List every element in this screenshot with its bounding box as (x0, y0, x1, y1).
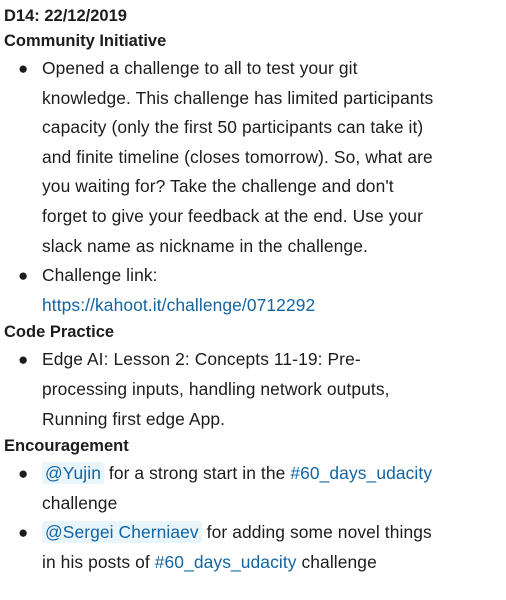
message-body: D14: 22/12/2019 Community Initiative ● O… (0, 0, 506, 600)
day-heading: D14: 22/12/2019 (4, 7, 127, 25)
text-line: slack name as nickname in the challenge. (42, 235, 368, 256)
list-item: ● Opened a challenge to all to test your… (4, 54, 500, 261)
section-title-encouragement: Encouragement (4, 437, 129, 456)
text-line: you waiting for? Take the challenge and … (42, 176, 394, 197)
channel-link[interactable]: #60_days_udacity (155, 552, 297, 572)
community-list: ● Opened a challenge to all to test your… (4, 54, 500, 320)
challenge-link[interactable]: https://kahoot.it/challenge/0712292 (42, 295, 315, 315)
text-line: and finite timeline (closes tomorrow). S… (42, 146, 433, 167)
bullet-icon: ● (18, 464, 29, 484)
code-practice-list: ● Edge AI: Lesson 2: Concepts 11-19: Pre… (4, 345, 500, 434)
text-line: Edge AI: Lesson 2: Concepts 11-19: Pre- (42, 349, 361, 370)
bullet-icon: ● (18, 523, 29, 543)
challenge-link-label: Challenge link: (42, 265, 158, 286)
bullet-icon: ● (18, 59, 29, 78)
user-mention-yujin[interactable]: @Yujin (42, 462, 104, 485)
text-line: knowledge. This challenge has limited pa… (42, 87, 434, 108)
list-item: ● @Sergei Cherniaev for adding some nove… (4, 518, 500, 577)
bullet-icon: ● (18, 350, 29, 370)
text-line: Opened a challenge to all to test your g… (42, 58, 358, 78)
user-mention-sergei[interactable]: @Sergei Cherniaev (42, 521, 202, 544)
list-item: ● @Yujin for a strong start in the #60_d… (4, 459, 500, 518)
list-item: ● Challenge link: https://kahoot.it/chal… (4, 261, 500, 320)
text-segment: in his posts of (42, 551, 155, 572)
text-line: Running first edge App. (42, 408, 226, 429)
encouragement-list: ● @Yujin for a strong start in the #60_d… (4, 459, 500, 577)
section-title-community: Community Initiative (4, 32, 167, 50)
mention-text: for a strong start in the (103, 463, 291, 484)
mention-text: for adding some novel things (201, 522, 432, 543)
list-item: ● Edge AI: Lesson 2: Concepts 11-19: Pre… (4, 345, 500, 434)
text-line: processing inputs, handling network outp… (42, 378, 390, 399)
text-line: capacity (only the first 50 participants… (42, 117, 424, 138)
text-segment: challenge (296, 551, 377, 572)
bullet-icon: ● (18, 266, 29, 286)
text-line: challenge (42, 492, 118, 513)
channel-link[interactable]: #60_days_udacity (290, 463, 432, 483)
section-title-code-practice: Code Practice (4, 323, 115, 342)
text-line: forget to give your feedback at the end.… (42, 205, 423, 226)
